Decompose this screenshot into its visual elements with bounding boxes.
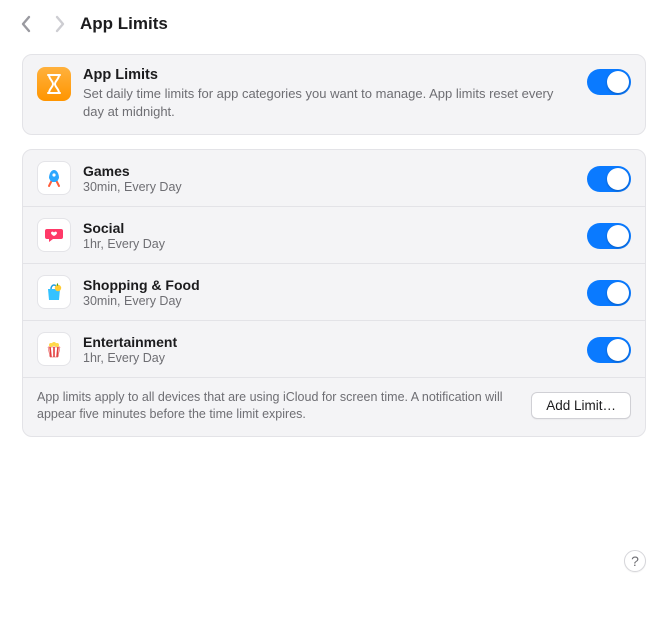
category-row-entertainment[interactable]: Entertainment 1hr, Every Day [23, 321, 645, 378]
rocket-icon [37, 161, 71, 195]
category-row-social[interactable]: Social 1hr, Every Day [23, 207, 645, 264]
hero-title: App Limits [83, 67, 575, 83]
page-title: App Limits [80, 14, 168, 34]
category-title: Shopping & Food [83, 277, 575, 293]
category-title: Social [83, 220, 575, 236]
chevron-left-icon [20, 15, 32, 33]
category-toggle-shopping[interactable] [587, 280, 631, 306]
add-limit-button[interactable]: Add Limit… [531, 392, 631, 419]
category-toggle-games[interactable] [587, 166, 631, 192]
category-row-shopping-food[interactable]: Shopping & Food 30min, Every Day [23, 264, 645, 321]
chevron-right-icon [54, 15, 66, 33]
popcorn-icon [37, 332, 71, 366]
category-row-games[interactable]: Games 30min, Every Day [23, 150, 645, 207]
categories-list: Games 30min, Every Day Social 1hr, Every… [22, 149, 646, 437]
category-limit: 30min, Every Day [83, 294, 575, 308]
help-button[interactable]: ? [624, 550, 646, 572]
forward-button[interactable] [54, 15, 66, 33]
app-limits-hero-row: App Limits Set daily time limits for app… [22, 54, 646, 135]
category-limit: 30min, Every Day [83, 180, 575, 194]
category-limit: 1hr, Every Day [83, 351, 575, 365]
footer-note: App limits apply to all devices that are… [37, 389, 517, 423]
category-limit: 1hr, Every Day [83, 237, 575, 251]
back-button[interactable] [20, 15, 32, 33]
category-toggle-social[interactable] [587, 223, 631, 249]
hero-description: Set daily time limits for app categories… [83, 85, 575, 120]
hourglass-icon [37, 67, 71, 101]
app-limits-master-toggle[interactable] [587, 69, 631, 95]
category-title: Games [83, 163, 575, 179]
chat-heart-icon [37, 218, 71, 252]
category-toggle-entertainment[interactable] [587, 337, 631, 363]
list-footer: App limits apply to all devices that are… [23, 378, 645, 436]
header: App Limits [0, 0, 668, 44]
category-title: Entertainment [83, 334, 575, 350]
nav-arrows [20, 15, 66, 33]
shopping-bag-icon [37, 275, 71, 309]
